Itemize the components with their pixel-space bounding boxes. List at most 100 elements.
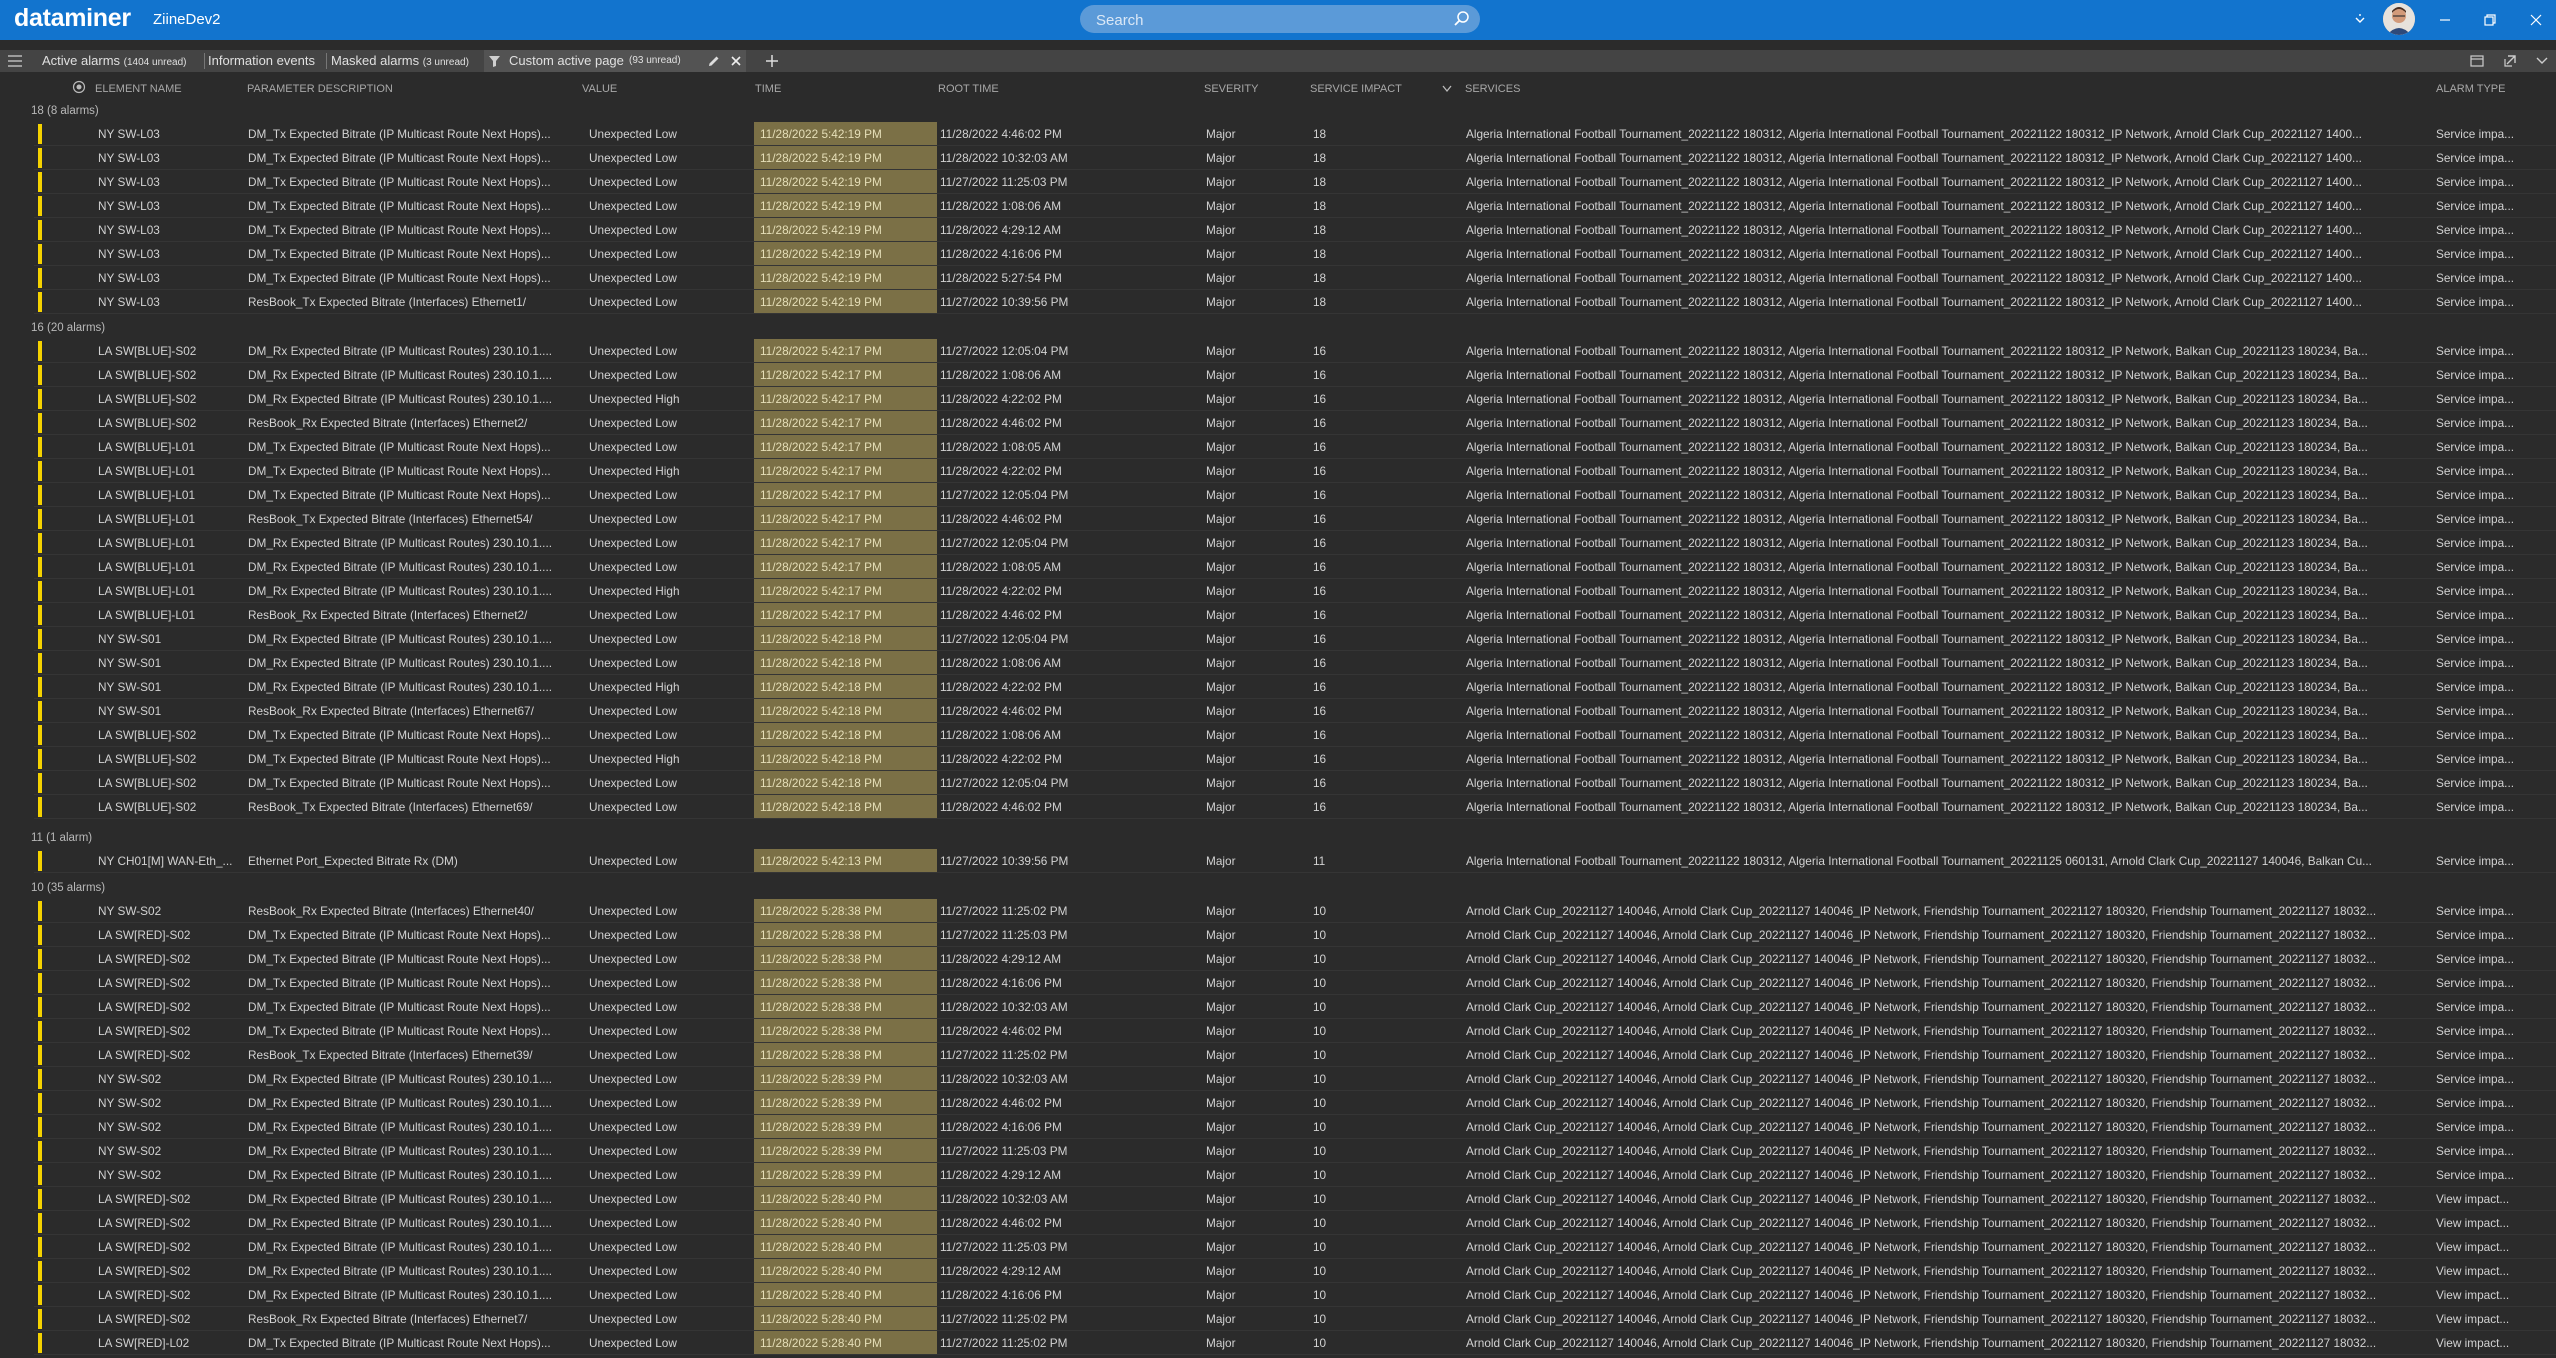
tab-custom-active-page[interactable]: Custom active page (93 unread) bbox=[484, 50, 746, 72]
alarm-row[interactable]: LA SW[RED]-S02 DM_Rx Expected Bitrate (IP… bbox=[34, 1259, 2556, 1283]
alarm-type-cell[interactable]: Service impa... bbox=[2436, 951, 2551, 967]
alarm-row[interactable]: NY SW-S01 ResBook_Rx Expected Bitrate (In… bbox=[34, 699, 2556, 723]
restore-icon[interactable] bbox=[2470, 0, 2510, 40]
alarm-row[interactable]: LA SW[BLUE]-S02 DM_Tx Expected Bitrate (I… bbox=[34, 723, 2556, 747]
alarm-row[interactable]: LA SW[BLUE]-S02 DM_Tx Expected Bitrate (I… bbox=[34, 747, 2556, 771]
alarm-row[interactable]: LA SW[BLUE]-L01 DM_Tx Expected Bitrate (I… bbox=[34, 435, 2556, 459]
close-tab-icon[interactable] bbox=[730, 55, 742, 67]
column-header-time[interactable]: TIME bbox=[755, 83, 781, 97]
alarm-row[interactable]: LA SW[RED]-S02 DM_Tx Expected Bitrate (IP… bbox=[34, 971, 2556, 995]
close-window-icon[interactable] bbox=[2516, 0, 2556, 40]
minimize-icon[interactable] bbox=[2425, 0, 2465, 40]
alarm-row[interactable]: LA SW[RED]-S02 DM_Tx Expected Bitrate (IP… bbox=[34, 947, 2556, 971]
add-tab-icon[interactable] bbox=[766, 55, 778, 67]
alarm-row[interactable]: LA SW[RED]-S02 DM_Rx Expected Bitrate (IP… bbox=[34, 1235, 2556, 1259]
alarm-type-cell[interactable]: Service impa... bbox=[2436, 174, 2551, 190]
alarm-row[interactable]: LA SW[BLUE]-L01 ResBook_Tx Expected Bitra… bbox=[34, 507, 2556, 531]
group-header[interactable]: 16 (20 alarms) bbox=[31, 321, 105, 335]
alarm-row[interactable]: LA SW[BLUE]-L01 DM_Tx Expected Bitrate (I… bbox=[34, 483, 2556, 507]
alarm-type-cell[interactable]: Service impa... bbox=[2436, 294, 2551, 310]
user-avatar[interactable] bbox=[2383, 3, 2415, 35]
alarm-row[interactable]: LA SW[RED]-S02 DM_Tx Expected Bitrate (IP… bbox=[34, 995, 2556, 1019]
group-header[interactable]: 10 (35 alarms) bbox=[31, 881, 105, 895]
alarm-row[interactable]: LA SW[BLUE]-L01 DM_Rx Expected Bitrate (I… bbox=[34, 579, 2556, 603]
alarm-type-cell[interactable]: Service impa... bbox=[2436, 999, 2551, 1015]
app-logo[interactable]: dataminer bbox=[14, 4, 131, 33]
alarm-row[interactable]: NY SW-S02 ResBook_Rx Expected Bitrate (In… bbox=[34, 899, 2556, 923]
alarm-row[interactable]: NY SW-L03 DM_Tx Expected Bitrate (IP Mult… bbox=[34, 218, 2556, 242]
alarm-type-cell[interactable]: Service impa... bbox=[2436, 270, 2551, 286]
alarm-row[interactable]: NY SW-S01 DM_Rx Expected Bitrate (IP Mult… bbox=[34, 675, 2556, 699]
alarm-row[interactable]: NY SW-S02 DM_Rx Expected Bitrate (IP Mult… bbox=[34, 1091, 2556, 1115]
pop-out-icon[interactable] bbox=[2504, 55, 2516, 67]
column-header-services[interactable]: SERVICES bbox=[1465, 83, 1520, 97]
alarm-type-cell[interactable]: Service impa... bbox=[2436, 343, 2551, 359]
alarm-row[interactable]: LA SW[BLUE]-S02 DM_Rx Expected Bitrate (I… bbox=[34, 387, 2556, 411]
alarm-type-cell[interactable]: Service impa... bbox=[2436, 727, 2551, 743]
tab-information-events[interactable]: Information events bbox=[208, 50, 315, 72]
alarm-row[interactable]: LA SW[RED]-S02 DM_Rx Expected Bitrate (IP… bbox=[34, 1283, 2556, 1307]
search-icon[interactable] bbox=[1452, 9, 1472, 29]
notification-dropdown-icon[interactable] bbox=[2340, 0, 2380, 40]
alarm-type-cell[interactable]: Service impa... bbox=[2436, 126, 2551, 142]
alarm-type-cell[interactable]: Service impa... bbox=[2436, 391, 2551, 407]
alarm-type-cell[interactable]: Service impa... bbox=[2436, 367, 2551, 383]
alarm-row[interactable]: LA SW[BLUE]-S02 DM_Rx Expected Bitrate (I… bbox=[34, 363, 2556, 387]
column-header-root-time[interactable]: ROOT TIME bbox=[938, 83, 999, 97]
alarm-type-cell[interactable]: View impact... bbox=[2436, 1263, 2551, 1279]
alarm-type-cell[interactable]: Service impa... bbox=[2436, 1119, 2551, 1135]
alarm-type-cell[interactable]: Service impa... bbox=[2436, 439, 2551, 455]
alarm-row[interactable]: LA SW[BLUE]-S02 DM_Rx Expected Bitrate (I… bbox=[34, 339, 2556, 363]
alarm-type-cell[interactable]: Service impa... bbox=[2436, 463, 2551, 479]
alarm-row[interactable]: NY CH01[M] WAN-Eth_... Ethernet Port_Expe… bbox=[34, 849, 2556, 873]
alarm-type-cell[interactable]: View impact... bbox=[2436, 1191, 2551, 1207]
tab-active-alarms[interactable]: Active alarms (1404 unread) bbox=[42, 50, 186, 72]
alarm-row[interactable]: NY SW-S01 DM_Rx Expected Bitrate (IP Mult… bbox=[34, 651, 2556, 675]
alarm-type-cell[interactable]: Service impa... bbox=[2436, 751, 2551, 767]
group-header[interactable]: 11 (1 alarm) bbox=[31, 831, 92, 845]
alarm-type-cell[interactable]: Service impa... bbox=[2436, 1071, 2551, 1087]
sort-descending-icon[interactable] bbox=[1442, 85, 1452, 93]
alarm-row[interactable]: NY SW-L03 DM_Tx Expected Bitrate (IP Mult… bbox=[34, 170, 2556, 194]
column-header-value[interactable]: VALUE bbox=[582, 83, 617, 97]
alarm-type-cell[interactable]: Service impa... bbox=[2436, 631, 2551, 647]
alarm-row[interactable]: NY SW-S02 DM_Rx Expected Bitrate (IP Mult… bbox=[34, 1139, 2556, 1163]
alarm-type-cell[interactable]: Service impa... bbox=[2436, 679, 2551, 695]
column-header-element-name[interactable]: ELEMENT NAME bbox=[95, 83, 182, 97]
search-input[interactable] bbox=[1094, 9, 1438, 31]
alarm-type-cell[interactable]: Service impa... bbox=[2436, 655, 2551, 671]
alarm-row[interactable]: LA SW[RED]-S02 DM_Rx Expected Bitrate (IP… bbox=[34, 1211, 2556, 1235]
alarm-row[interactable]: LA SW[RED]-S02 ResBook_Rx Expected Bitrat… bbox=[34, 1307, 2556, 1331]
alarm-row[interactable]: NY SW-S02 DM_Rx Expected Bitrate (IP Mult… bbox=[34, 1115, 2556, 1139]
edit-pencil-icon[interactable] bbox=[708, 55, 720, 67]
alarm-row[interactable]: LA SW[BLUE]-S02 ResBook_Tx Expected Bitra… bbox=[34, 795, 2556, 819]
alarm-row[interactable]: LA SW[BLUE]-L01 DM_Tx Expected Bitrate (I… bbox=[34, 459, 2556, 483]
alarm-type-cell[interactable]: Service impa... bbox=[2436, 150, 2551, 166]
alarm-row[interactable]: NY SW-L03 DM_Tx Expected Bitrate (IP Mult… bbox=[34, 194, 2556, 218]
column-header-severity[interactable]: SEVERITY bbox=[1204, 83, 1258, 97]
column-header-parameter-description[interactable]: PARAMETER DESCRIPTION bbox=[247, 83, 393, 97]
alarm-row[interactable]: NY SW-L03 DM_Tx Expected Bitrate (IP Mult… bbox=[34, 146, 2556, 170]
alarm-row[interactable]: LA SW[BLUE]-S02 ResBook_Rx Expected Bitra… bbox=[34, 411, 2556, 435]
alarm-row[interactable]: LA SW[RED]-L02 DM_Tx Expected Bitrate (IP… bbox=[34, 1331, 2556, 1355]
alarm-type-cell[interactable]: Service impa... bbox=[2436, 222, 2551, 238]
alarm-type-cell[interactable]: View impact... bbox=[2436, 1239, 2551, 1255]
alarm-type-cell[interactable]: Service impa... bbox=[2436, 1167, 2551, 1183]
alarm-type-cell[interactable]: View impact... bbox=[2436, 1335, 2551, 1351]
alarm-row[interactable]: NY SW-S01 DM_Rx Expected Bitrate (IP Mult… bbox=[34, 627, 2556, 651]
alarm-row[interactable]: LA SW[RED]-S02 DM_Tx Expected Bitrate (IP… bbox=[34, 923, 2556, 947]
alarm-row[interactable]: LA SW[BLUE]-S02 DM_Tx Expected Bitrate (I… bbox=[34, 771, 2556, 795]
column-chooser-icon[interactable] bbox=[72, 80, 86, 94]
alarm-type-cell[interactable]: Service impa... bbox=[2436, 799, 2551, 815]
alarm-type-cell[interactable]: Service impa... bbox=[2436, 511, 2551, 527]
alarm-row[interactable]: NY SW-S02 DM_Rx Expected Bitrate (IP Mult… bbox=[34, 1067, 2556, 1091]
alarm-type-cell[interactable]: Service impa... bbox=[2436, 927, 2551, 943]
alarm-type-cell[interactable]: View impact... bbox=[2436, 1287, 2551, 1303]
alarm-row[interactable]: LA SW[RED]-S02 DM_Tx Expected Bitrate (IP… bbox=[34, 1019, 2556, 1043]
alarm-row[interactable]: NY SW-L03 DM_Tx Expected Bitrate (IP Mult… bbox=[34, 266, 2556, 290]
alarm-row[interactable]: LA SW[RED]-S02 DM_Rx Expected Bitrate (IP… bbox=[34, 1187, 2556, 1211]
search-box[interactable] bbox=[1080, 5, 1480, 33]
group-header[interactable]: 18 (8 alarms) bbox=[31, 104, 99, 118]
alarm-type-cell[interactable]: Service impa... bbox=[2436, 415, 2551, 431]
alarm-row[interactable]: NY SW-S02 DM_Rx Expected Bitrate (IP Mult… bbox=[34, 1163, 2556, 1187]
